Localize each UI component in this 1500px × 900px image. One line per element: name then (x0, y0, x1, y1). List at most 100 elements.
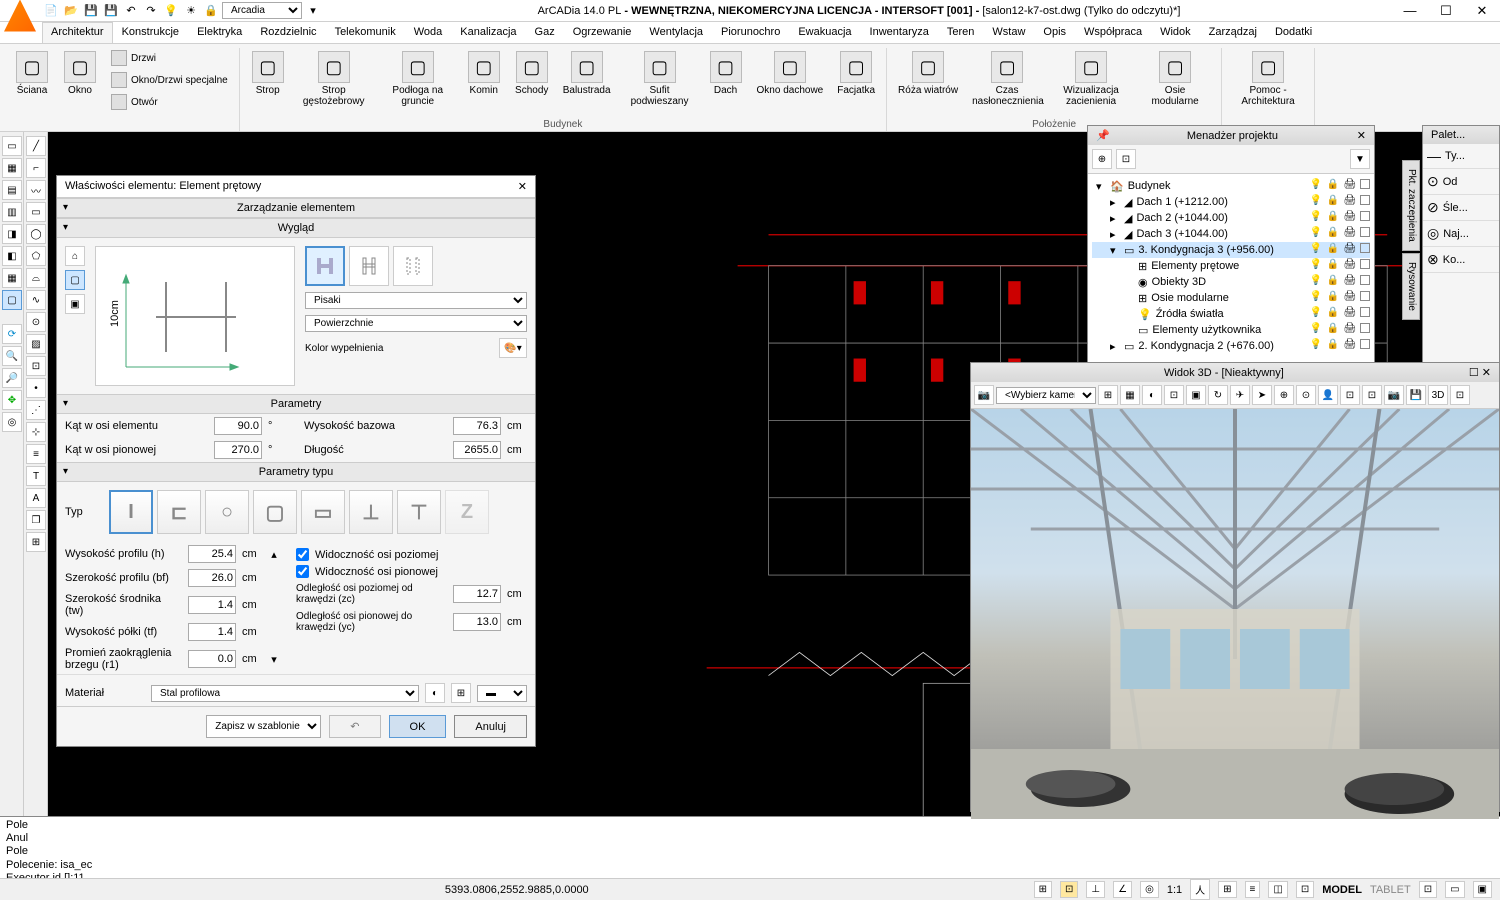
ribbon-tab[interactable]: Ewakuacja (789, 22, 860, 43)
grid-button[interactable]: ⊡ (1060, 881, 1078, 898)
profile-type-o[interactable]: ○ (205, 490, 249, 534)
angle-input[interactable] (214, 417, 262, 435)
draw-icon[interactable]: ⬠ (26, 246, 46, 266)
length-input[interactable] (453, 441, 501, 459)
tool-icon[interactable]: ◧ (2, 246, 22, 266)
command-line[interactable]: Pole Anul Pole Polecenie: isa_ec Executo… (0, 816, 1500, 878)
shape-option[interactable] (349, 246, 389, 286)
draw-icon[interactable]: ≡ (26, 444, 46, 464)
vertical-tab[interactable]: Rysowanie (1402, 253, 1420, 320)
open-icon[interactable]: 📂 (62, 2, 80, 20)
pisaki-combo[interactable]: Pisaki (305, 292, 527, 309)
new-icon[interactable]: 📄 (42, 2, 60, 20)
ribbon-button[interactable]: ▢Osie modularne (1135, 48, 1215, 110)
ribbon-button[interactable]: ▢Okno dachowe (752, 48, 829, 99)
tool-icon[interactable]: ◨ (2, 224, 22, 244)
refresh-icon[interactable]: ⟳ (2, 324, 22, 344)
tool-icon[interactable]: ▤ (2, 180, 22, 200)
ribbon-button[interactable]: ▢Strop (246, 48, 290, 99)
draw-icon[interactable]: ⊹ (26, 422, 46, 442)
view3d-tool-icon[interactable]: ⊡ (1340, 385, 1360, 405)
tree-row[interactable]: ▸◢Dach 2 (+1044.00)💡🔒🖨 (1092, 210, 1370, 226)
view3d-tool-icon[interactable]: ➤ (1252, 385, 1272, 405)
ribbon-tab[interactable]: Telekomunik (326, 22, 405, 43)
tool-icon[interactable]: ▭ (2, 136, 22, 156)
save-template-combo[interactable]: Zapisz w szablonie (206, 715, 321, 738)
tree-row[interactable]: ▸◢Dach 1 (+1212.00)💡🔒🖨 (1092, 194, 1370, 210)
tool-icon[interactable]: ▦ (2, 158, 22, 178)
view3d-tool-icon[interactable]: ⊕ (1274, 385, 1294, 405)
cancel-button[interactable]: Anuluj (454, 715, 527, 738)
view3d-tool-icon[interactable]: ⊡ (1164, 385, 1184, 405)
profile-type-c[interactable]: ⊏ (157, 490, 201, 534)
draw-icon[interactable]: ⋰ (26, 400, 46, 420)
pan-icon[interactable]: ✥ (2, 390, 22, 410)
draw-icon[interactable]: ╱ (26, 136, 46, 156)
ribbon-tab[interactable]: Woda (405, 22, 452, 43)
ribbon-tab[interactable]: Konstrukcje (113, 22, 188, 43)
pm-tool-icon[interactable]: ⊕ (1092, 149, 1112, 169)
ribbon-button[interactable]: ▢Sufit podwieszany (620, 48, 700, 110)
material-picker-icon[interactable]: ◐ (425, 683, 445, 703)
model-label[interactable]: MODEL (1322, 884, 1362, 896)
view-icon[interactable]: ▣ (65, 294, 85, 314)
status-icon[interactable]: ▭ (1445, 881, 1464, 898)
maximize-button[interactable]: ☐ (1432, 3, 1460, 19)
panel-close-icon[interactable]: ✕ (1357, 129, 1366, 142)
snap-button[interactable]: ⊞ (1034, 881, 1052, 898)
tree-row[interactable]: ⊞Elementy prętowe💡🔒🖨 (1092, 258, 1370, 274)
close-button[interactable]: ✕ (1468, 3, 1496, 19)
ribbon-tab[interactable]: Inwentaryza (861, 22, 938, 43)
profile-type-z[interactable]: Z (445, 490, 489, 534)
powierzchnie-combo[interactable]: Powierzchnie (305, 315, 527, 332)
project-tree[interactable]: ▾🏠Budynek💡🔒🖨▸◢Dach 1 (+1212.00)💡🔒🖨▸◢Dach… (1088, 174, 1374, 364)
ribbon-tab[interactable]: Opis (1034, 22, 1075, 43)
ribbon-tab[interactable]: Rozdzielnic (251, 22, 325, 43)
polar-button[interactable]: ∠ (1113, 881, 1132, 898)
angle-input[interactable] (214, 441, 262, 459)
minimize-button[interactable]: — (1396, 3, 1424, 19)
view3d-tool-icon[interactable]: ▦ (1120, 385, 1140, 405)
palette-item[interactable]: ⊙Od (1423, 169, 1499, 195)
view3d-tool-icon[interactable]: ⊞ (1098, 385, 1118, 405)
dim-input[interactable] (188, 596, 236, 614)
color-picker[interactable]: 🎨▾ (499, 338, 527, 358)
profile-type-t2[interactable]: ⊤ (397, 490, 441, 534)
draw-icon[interactable]: ▭ (26, 202, 46, 222)
ribbon-tab[interactable]: Wstaw (983, 22, 1034, 43)
ribbon-button[interactable]: ▢Pomoc - Architektura (1228, 48, 1308, 110)
ribbon-button[interactable]: ▢Komin (462, 48, 506, 99)
tree-row[interactable]: ◉Obiekty 3D💡🔒🖨 (1092, 274, 1370, 290)
dim-input[interactable] (188, 545, 236, 563)
draw-icon[interactable]: ∿ (26, 290, 46, 310)
draw-icon[interactable]: ⌓ (26, 268, 46, 288)
bulb-icon[interactable]: 💡 (162, 2, 180, 20)
profile-type-i[interactable]: I (109, 490, 153, 534)
dim-input[interactable] (453, 585, 501, 603)
sun-icon[interactable]: ☀ (182, 2, 200, 20)
view3d-tool-icon[interactable]: 👤 (1318, 385, 1338, 405)
ribbon-button[interactable]: ▢Wizualizacja zacienienia (1051, 48, 1131, 110)
draw-icon[interactable]: ❐ (26, 510, 46, 530)
palette-item[interactable]: ◎Naj... (1423, 221, 1499, 247)
ribbon-tab[interactable]: Kanalizacja (451, 22, 525, 43)
section-header[interactable]: Parametry typu (259, 466, 334, 478)
status-icon[interactable]: 人 (1190, 879, 1210, 900)
draw-icon[interactable]: A (26, 488, 46, 508)
view3d-tool-icon[interactable]: 3D (1428, 385, 1448, 405)
draw-icon[interactable]: ⌐ (26, 158, 46, 178)
palette-item[interactable]: —Ty... (1423, 144, 1499, 169)
ribbon-button[interactable]: ▢Ściana (10, 48, 54, 99)
tool-icon[interactable]: ▦ (2, 268, 22, 288)
camera-combo[interactable]: <Wybierz kamerę> (996, 387, 1096, 404)
panel-close-icon[interactable]: ✕ (1482, 367, 1491, 379)
tree-row[interactable]: ▸▭2. Kondygnacja 2 (+676.00)💡🔒🖨 (1092, 338, 1370, 354)
section-header[interactable]: Zarządzanie elementem (237, 202, 355, 214)
ribbon-tab[interactable]: Widok (1151, 22, 1200, 43)
draw-icon[interactable]: ⊙ (26, 312, 46, 332)
status-icon[interactable]: ⊡ (1296, 881, 1314, 898)
status-icon[interactable]: ≡ (1245, 881, 1261, 898)
hatch-combo[interactable]: ▬ (477, 685, 527, 702)
ribbon-button[interactable]: ▢Dach (704, 48, 748, 99)
draw-icon[interactable]: • (26, 378, 46, 398)
